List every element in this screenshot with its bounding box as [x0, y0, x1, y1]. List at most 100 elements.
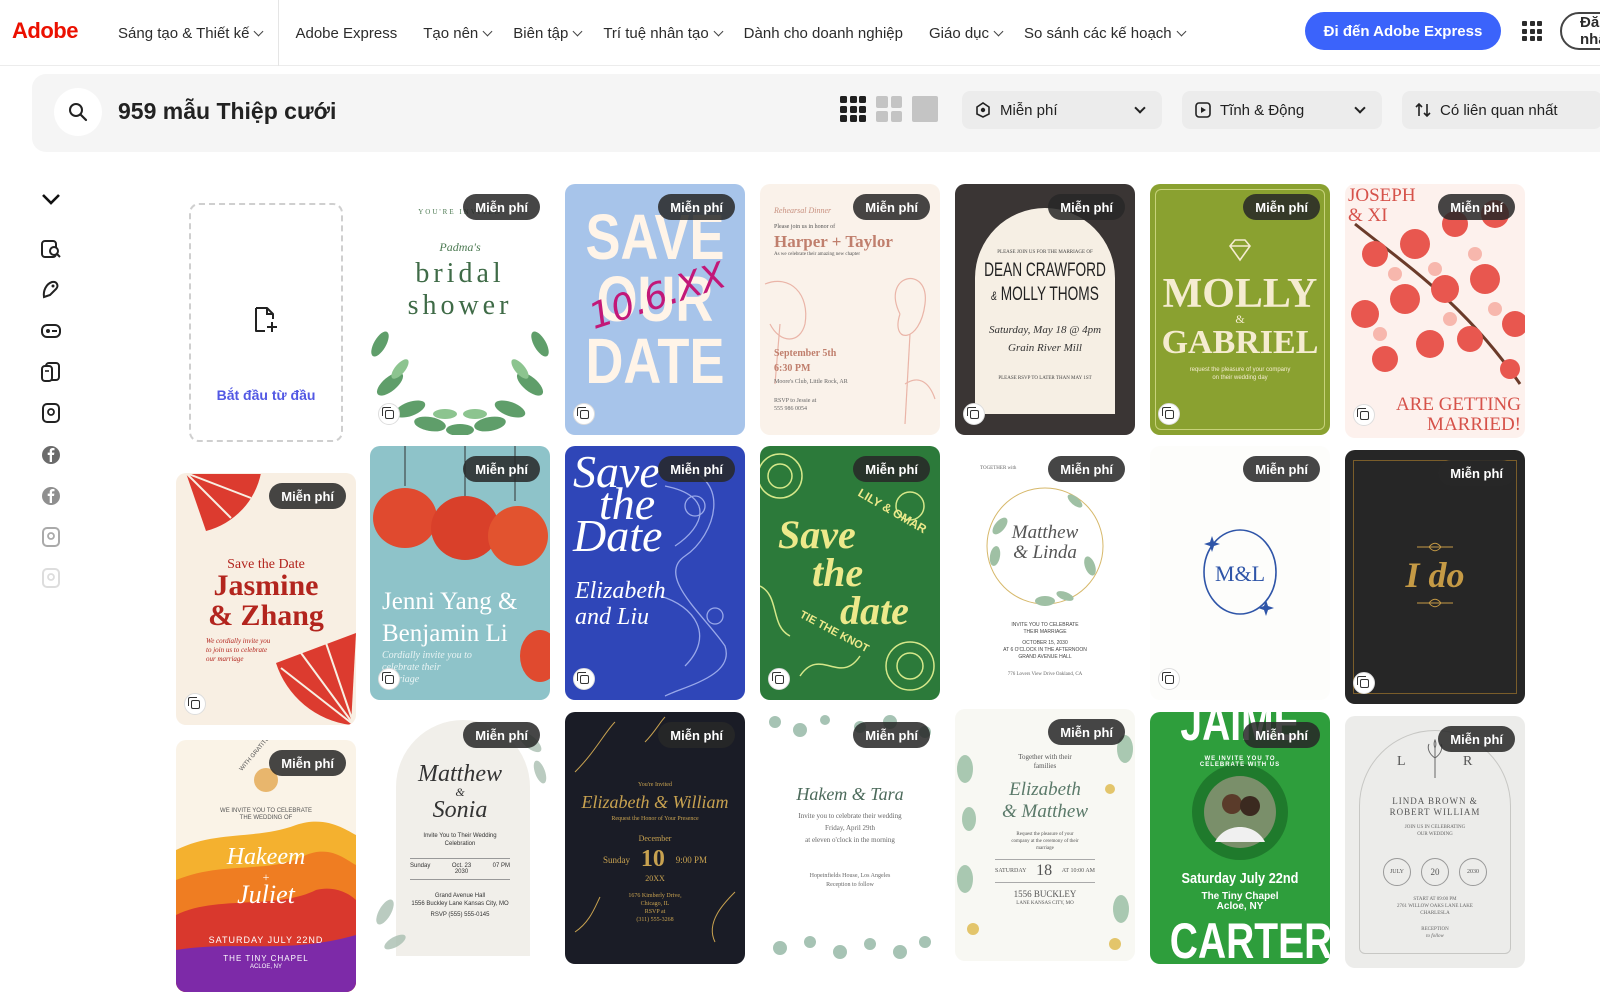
card-text: families	[1033, 762, 1057, 770]
template-search-icon[interactable]	[40, 238, 62, 260]
template-card-jaime-carter[interactable]: JAIME WE INVITE YOU TO CELEBRATE WITH US…	[1150, 712, 1330, 964]
card-text: Together with their	[1018, 753, 1072, 761]
small-grid-view-icon[interactable]	[840, 96, 866, 122]
card-title: Hakeem	[226, 844, 306, 870]
free-badge: Miễn phí	[1048, 456, 1125, 482]
go-to-adobe-express-button[interactable]: Đi đến Adobe Express	[1305, 12, 1501, 50]
template-card-matthew-linda[interactable]: TOGETHER with Matthew & Linda INVITE YOU…	[955, 446, 1135, 700]
card-text: CHARLESLA	[1420, 911, 1450, 916]
price-filter-dropdown[interactable]: Miễn phí	[962, 91, 1162, 129]
new-file-icon	[255, 307, 277, 332]
card-title: DEAN CRAWFORD	[984, 260, 1106, 281]
nav-item-label: Biên tập	[513, 24, 569, 42]
template-card-harper-taylor[interactable]: Rehearsal Dinner Please join us in honor…	[760, 184, 940, 435]
card-text: and	[575, 604, 611, 630]
card-text: Chicago, IL	[640, 901, 670, 907]
free-badge: Miễn phí	[463, 456, 540, 482]
template-card-lily-omar[interactable]: LILY & OMAR Save the date TIE THE KNOT Miễ…	[760, 446, 940, 700]
card-text: Sunday	[603, 854, 630, 865]
template-card-jasmine-zhang[interactable]: Save the Date Jasmine & Zhang We cordial…	[176, 473, 356, 725]
document-icon[interactable]	[40, 402, 62, 424]
template-card-ml[interactable]: M&L Miễn phí	[1150, 446, 1330, 700]
template-card-matthew-sonia[interactable]: Matthew & Sonia Invite You to Their Weddin…	[370, 712, 550, 964]
card-text: We cordially invite you	[206, 637, 271, 645]
card-text: 20	[1421, 858, 1449, 886]
sign-in-button[interactable]: Đăng nhập	[1560, 12, 1600, 50]
card-title: date	[840, 588, 909, 633]
template-card-save-our-date[interactable]: SAVE OUR DATE 10.6.XX Miễn phí	[565, 184, 745, 435]
card-text: LANE KANSAS CITY, MO	[1016, 901, 1074, 906]
chevron-down-icon	[993, 26, 1004, 36]
chevron-down-icon[interactable]	[40, 188, 62, 210]
card-text: L	[1397, 754, 1406, 769]
apps-grid-icon[interactable]	[1522, 21, 1542, 41]
card-title: & XI	[1348, 205, 1388, 226]
template-card-hakem-tara[interactable]: Hakem & Tara Invite you to celebrate the…	[760, 712, 940, 964]
card-text: 776 Lovers View Drive Oakland, CA	[1007, 672, 1083, 677]
medium-grid-view-icon[interactable]	[876, 96, 902, 122]
card-text: WE INVITE YOU TO CELEBRATE WITH US	[1199, 756, 1281, 768]
card-text: SATURDAY	[995, 868, 1027, 874]
premium-filter-icon	[976, 102, 990, 118]
nav-item-create[interactable]: Tạo nên	[411, 0, 505, 66]
free-badge: Miễn phí	[1243, 194, 1320, 220]
search-button[interactable]	[54, 88, 102, 136]
doc-faded-icon[interactable]	[40, 567, 62, 589]
nav-item-education[interactable]: Giáo dục	[917, 0, 1016, 66]
catalog-icon[interactable]	[40, 361, 62, 383]
large-view-icon[interactable]	[912, 96, 938, 122]
card-title: M&L	[1214, 561, 1266, 586]
card-text: our marriage	[206, 655, 244, 663]
card-text: TOGETHER with	[980, 466, 1017, 471]
card-title: Jenni Yang &	[382, 588, 518, 615]
nav-item-ai[interactable]: Trí tuệ nhân tạo	[595, 0, 735, 66]
template-card-hakeem-juliet[interactable]: WITH GRATITUDE WE INVITE YOU TO CELEBRAT…	[176, 740, 356, 992]
card-text: 2030	[454, 869, 469, 875]
template-card-molly-gabriel[interactable]: MOLLY & GABRIEL request the pleasure of …	[1150, 184, 1330, 435]
card-title: & Matthew	[1001, 801, 1089, 822]
card-text: Moore's Club, Little Rock, AR	[774, 379, 848, 385]
chevron-down-icon	[1354, 102, 1366, 114]
template-card-save-the-date-blue[interactable]: Save the Date Elizabeth and Liu Miễn phí	[565, 446, 745, 700]
free-badge: Miễn phí	[1438, 194, 1515, 220]
template-card-i-do[interactable]: I do Miễn phí	[1345, 450, 1525, 704]
card-text: MARRIED!	[1427, 414, 1521, 435]
duplicate-icon	[768, 668, 790, 690]
template-card-elizabeth-william[interactable]: You're Invited Elizabeth & William Reque…	[565, 712, 745, 964]
free-badge: Miễn phí	[1048, 194, 1125, 220]
card-text: 1556 BUCKLEY	[1013, 889, 1077, 899]
free-badge: Miễn phí	[853, 722, 930, 748]
facebook-icon[interactable]	[40, 485, 62, 507]
nav-item-business[interactable]: Dành cho doanh nghiệp	[736, 0, 917, 66]
template-card-dean-molly[interactable]: PLEASE JOIN US FOR THE MARRIAGE OF DEAN …	[955, 184, 1135, 435]
free-badge: Miễn phí	[853, 194, 930, 220]
sort-dropdown[interactable]: Có liên quan nhất	[1402, 91, 1600, 129]
adobe-logo[interactable]: Adobe	[12, 18, 78, 44]
nav-item-edit[interactable]: Biên tập	[505, 0, 595, 66]
card-text: Hopeinfields House, Los Angeles	[809, 873, 891, 879]
template-card-elizabeth-matthew[interactable]: Together with their families Elizabeth & M…	[955, 709, 1135, 961]
card-text: 1556 Buckley Lane Kansas City, MO	[411, 901, 509, 907]
nav-item-create-design[interactable]: Sáng tạo & Thiết kế	[104, 0, 276, 66]
facebook-icon[interactable]	[40, 444, 62, 466]
template-card-bridal-shower[interactable]: YOU'RE INVITED Padma's bridal shower Miễ…	[370, 184, 550, 435]
nav-item-compare-plans[interactable]: So sánh các kế hoạch	[1016, 0, 1199, 66]
start-from-scratch-card[interactable]: Bắt đầu từ đầu	[189, 203, 343, 442]
motion-filter-dropdown[interactable]: Tĩnh & Động	[1182, 91, 1382, 129]
brush-icon[interactable]	[40, 279, 62, 301]
search-result-count: 959 mẫu Thiệp cưới	[118, 98, 337, 124]
nav-divider	[278, 0, 280, 66]
template-card-joseph-xi[interactable]: JOSEPH & XI ARE GETTING MARRIED! Miễn phí	[1345, 184, 1525, 438]
card-text: RECEPTION	[1421, 927, 1449, 932]
card-text: AT 6 O'CLOCK IN THE AFTERNOON	[1003, 647, 1087, 653]
card-text: INVITE YOU TO CELEBRATE	[1011, 622, 1079, 628]
doc-faded-icon[interactable]	[40, 526, 62, 548]
badge-icon[interactable]	[40, 320, 62, 342]
template-card-jenni-benjamin[interactable]: Jenni Yang & Benjamin Li Cordially invite…	[370, 446, 550, 700]
card-text: 6:30 PM	[774, 363, 811, 374]
card-text: START AT 09:00 PM	[1413, 897, 1457, 902]
template-card-linda-robert[interactable]: L R LINDA BROWN & ROBERT WILLIAM JOIN US …	[1345, 716, 1525, 968]
card-text: to follow	[1426, 934, 1444, 939]
ornament-bottom	[1417, 598, 1453, 608]
nav-item-adobe-express[interactable]: Adobe Express	[281, 0, 411, 66]
